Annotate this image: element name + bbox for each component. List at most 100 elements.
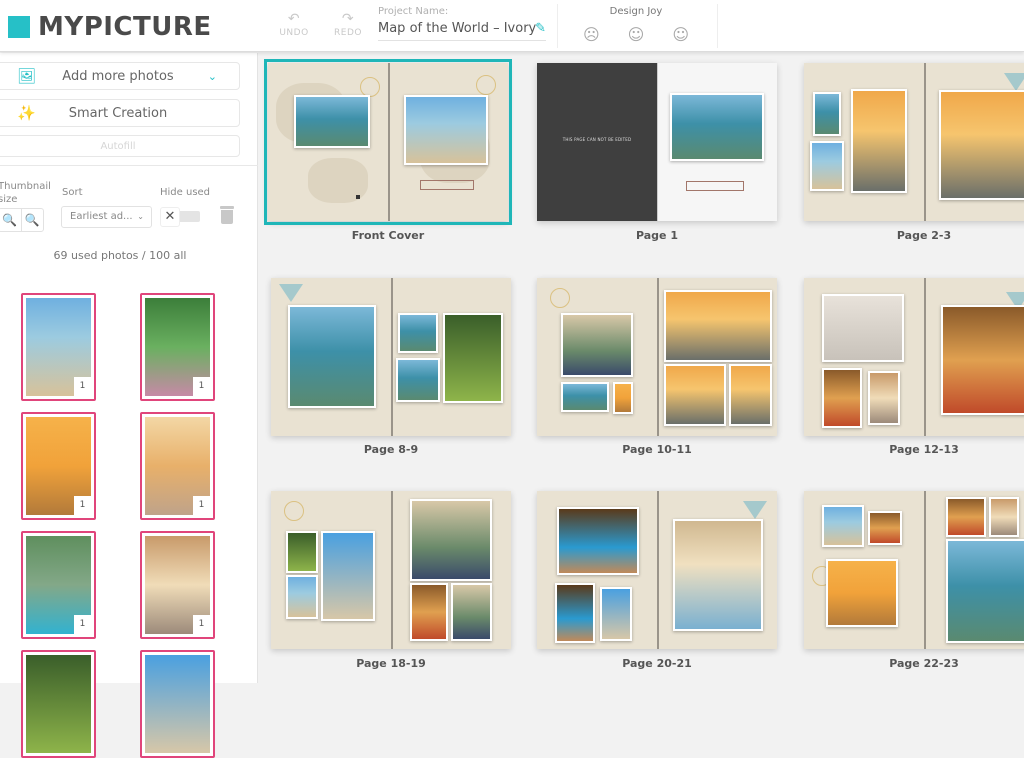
undo-button[interactable]: ↶ UNDO [274, 12, 314, 38]
logo-square-icon [8, 16, 30, 38]
logo-text: MYPICTURE [38, 12, 212, 42]
usage-count-badge: 1 [74, 496, 91, 515]
project-name-label: Project Name: [378, 6, 449, 17]
photo-sidebar: 🖼 Add more photos ⌄ ✨ Smart Creation Aut… [0, 53, 258, 758]
photo-image [26, 655, 91, 753]
page-right [924, 63, 1024, 221]
smart-creation-label: Smart Creation [68, 105, 168, 121]
page-left [537, 278, 657, 436]
zoom-out-icon[interactable]: 🔍 [0, 209, 21, 231]
spread-label: Page 8-9 [363, 443, 419, 456]
undo-label: UNDO [279, 28, 309, 38]
page-right [924, 278, 1024, 436]
smart-creation-button[interactable]: ✨ Smart Creation [0, 99, 240, 127]
sad-face-icon[interactable]: ☹ [583, 25, 600, 44]
page-right [924, 491, 1024, 649]
spread-page-2-3[interactable] [804, 63, 1024, 221]
photo-thumbnail[interactable] [140, 650, 215, 758]
chevron-down-icon: ⌄ [207, 69, 217, 83]
spread-label: Page 22-23 [889, 657, 959, 670]
spread-page-20-21[interactable] [537, 491, 777, 649]
sidebar-divider [0, 165, 258, 166]
redo-icon: ↷ [341, 11, 355, 27]
page-left [271, 491, 391, 649]
page-right [657, 491, 777, 649]
photo-thumbnail[interactable] [21, 650, 96, 758]
usage-count-badge: 1 [74, 615, 91, 634]
zoom-in-icon[interactable]: 🔍 [20, 209, 44, 231]
toggle-track [178, 211, 200, 222]
spread-page-10-11[interactable] [537, 278, 777, 436]
spread-page-8-9[interactable] [271, 278, 511, 436]
spread-label: Front Cover [351, 229, 425, 242]
page-right [388, 63, 508, 221]
hide-used-toggle[interactable]: ✕ [160, 207, 202, 227]
page-left [804, 63, 924, 221]
spread-label: Page 18-19 [356, 657, 426, 670]
sort-label: Sort [62, 187, 83, 198]
undo-icon: ↶ [287, 11, 301, 27]
page-right [657, 278, 777, 436]
usage-count-badge: 1 [193, 377, 210, 396]
photo-thumbnail[interactable]: 1 [21, 412, 96, 520]
usage-count-badge: 1 [193, 496, 210, 515]
redo-label: REDO [334, 28, 362, 38]
photo-thumbnail[interactable]: 1 [140, 531, 215, 639]
project-name-value: Map of the World – Ivory [378, 21, 537, 36]
thumbnail-size-control: 🔍 🔍 [0, 208, 44, 232]
photo-thumbnail[interactable]: 1 [140, 412, 215, 520]
page-left [537, 491, 657, 649]
page-left [804, 278, 924, 436]
project-name-input[interactable]: Map of the World – Ivory ✎ [378, 21, 546, 41]
sort-dropdown[interactable]: Earliest ad... ⌄ [61, 206, 152, 228]
spread-label: Page 2-3 [896, 229, 952, 242]
magic-wand-icon: ✨ [17, 104, 36, 122]
spread-front-cover[interactable] [264, 59, 512, 225]
page-left [268, 63, 388, 221]
header-divider [717, 4, 718, 48]
sort-value: Earliest ad... [70, 211, 133, 222]
trash-icon[interactable] [220, 206, 234, 224]
locked-page-text: THIS PAGE CAN NOT BE EDITED [562, 137, 632, 142]
page-left [271, 278, 391, 436]
top-header: MYPICTURE ↶ UNDO ↷ REDO Project Name: Ma… [0, 0, 1024, 52]
thumbnail-size-label: Thumbnail size [0, 181, 51, 205]
design-joy-rating: Design Joy ☹ ☺ ☺ [575, 6, 697, 44]
header-divider [557, 4, 558, 48]
close-icon: ✕ [160, 207, 180, 227]
spread-page-18-19[interactable] [271, 491, 511, 649]
spread-label: Page 12-13 [889, 443, 959, 456]
photo-count: 69 used photos / 100 all [53, 249, 187, 262]
usage-count-badge: 1 [193, 615, 210, 634]
add-more-photos-button[interactable]: 🖼 Add more photos ⌄ [0, 62, 240, 90]
spread-label: Page 1 [635, 229, 678, 242]
spread-label: Page 10-11 [622, 443, 692, 456]
usage-count-badge: 1 [74, 377, 91, 396]
hide-used-label: Hide used [160, 187, 211, 198]
page-right [391, 278, 511, 436]
page-right [391, 491, 511, 649]
photo-thumbnail[interactable]: 1 [140, 293, 215, 401]
logo[interactable]: MYPICTURE [8, 12, 212, 42]
redo-button[interactable]: ↷ REDO [328, 12, 368, 38]
happy-face-icon[interactable]: ☺ [672, 25, 689, 44]
add-image-icon: 🖼 [17, 67, 37, 85]
autofill-button[interactable]: Autofill [0, 135, 240, 157]
page-right [657, 63, 777, 221]
chevron-down-icon: ⌄ [137, 212, 144, 221]
project-name-group: Project Name: Map of the World – Ivory ✎ [378, 6, 546, 41]
page-left-locked: THIS PAGE CAN NOT BE EDITED [537, 63, 657, 221]
page-left [804, 491, 924, 649]
spread-page-12-13[interactable] [804, 278, 1024, 436]
pencil-edit-icon[interactable]: ✎ [535, 21, 546, 36]
neutral-face-icon[interactable]: ☺ [628, 25, 645, 44]
spread-page-1[interactable]: THIS PAGE CAN NOT BE EDITED [537, 63, 777, 221]
spreads-grid: Front Cover THIS PAGE CAN NOT BE EDITED … [259, 53, 1024, 683]
photo-image [145, 655, 210, 753]
design-joy-label: Design Joy [609, 6, 663, 17]
photo-thumbnail[interactable]: 1 [21, 531, 96, 639]
photo-thumbnail[interactable]: 1 [21, 293, 96, 401]
spread-page-22-23[interactable] [804, 491, 1024, 649]
autofill-label: Autofill [100, 140, 136, 152]
spread-label: Page 20-21 [622, 657, 692, 670]
